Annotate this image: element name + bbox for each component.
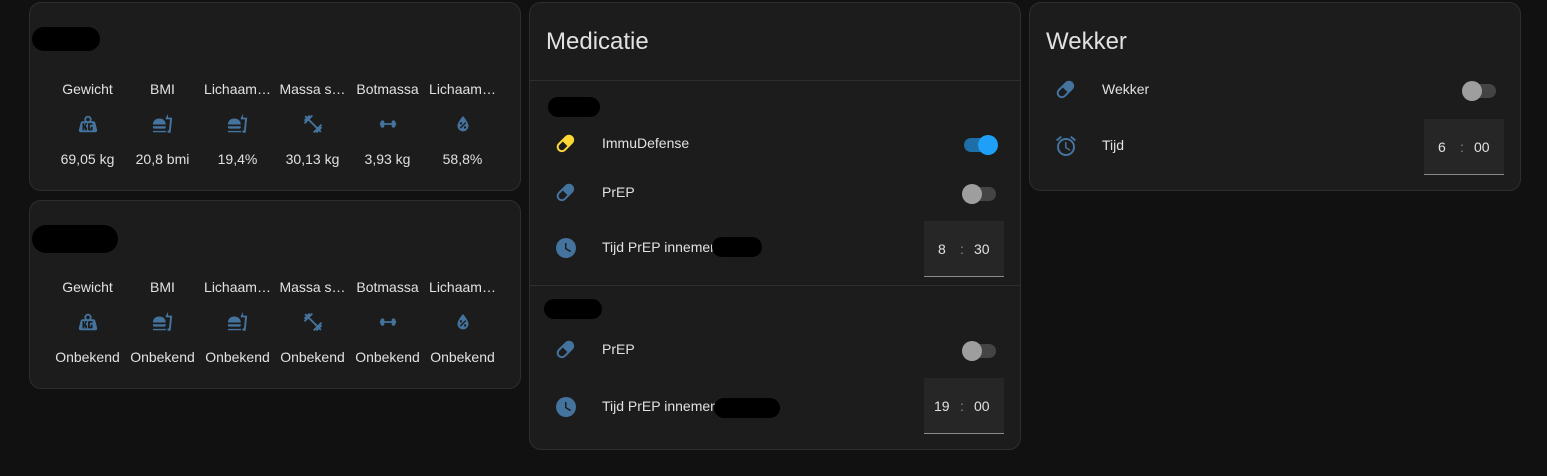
stat-value: 20,8 bmi <box>135 151 190 167</box>
entity-label: PrEP <box>602 341 635 357</box>
redacted-section-title <box>548 97 600 117</box>
wekker-card: Wekker Wekker Tijd 6 : 00 <box>1029 2 1521 191</box>
toggle-switch[interactable] <box>962 133 998 155</box>
stat-label: Lichaam… <box>429 81 496 97</box>
entity-row-immudefense[interactable]: ImmuDefense <box>530 123 1020 163</box>
medicatie-card: Medicatie ImmuDefense PrEP Tijd PrEP inn… <box>529 2 1021 450</box>
stat-value: Onbekend <box>130 349 195 365</box>
redacted-text <box>712 237 762 257</box>
divider <box>530 80 1020 81</box>
alarm-icon <box>1054 134 1078 158</box>
time-input[interactable]: 19 : 00 <box>924 378 1004 434</box>
time-input[interactable]: 8 : 30 <box>924 221 1004 277</box>
redacted-text <box>714 398 780 418</box>
entity-row-prep[interactable]: PrEP <box>530 329 1020 369</box>
stat-value: Onbekend <box>55 349 120 365</box>
stat-label: BMI <box>150 279 175 295</box>
toggle-switch[interactable] <box>1462 79 1498 101</box>
stat-value: Onbekend <box>205 349 270 365</box>
stat-value: Onbekend <box>430 349 495 365</box>
time-input[interactable]: 6 : 00 <box>1424 119 1504 175</box>
redacted-title <box>32 225 118 253</box>
entity-label: Tijd PrEP innemen <box>602 398 718 414</box>
stat-label: Lichaam… <box>204 279 271 295</box>
stat-massa-spieren[interactable]: Massa s… Onbekend <box>275 279 350 365</box>
entity-label: ImmuDefense <box>602 135 690 151</box>
stat-botmassa[interactable]: Botmassa Onbekend <box>350 279 425 365</box>
stat-gewicht[interactable]: Gewicht 69,05 kg <box>50 81 125 167</box>
time-minute[interactable]: 00 <box>974 398 990 414</box>
time-hour[interactable]: 6 <box>1438 139 1446 155</box>
time-hour[interactable]: 8 <box>938 241 946 257</box>
stat-value: Onbekend <box>355 349 420 365</box>
water-percent-icon <box>452 113 474 135</box>
pill-icon <box>554 181 578 205</box>
stat-label: Botmassa <box>356 81 419 97</box>
stat-label: Gewicht <box>62 279 113 295</box>
entity-label: Tijd <box>1102 137 1125 153</box>
water-percent-icon <box>452 311 474 333</box>
weight-kilogram-icon <box>77 311 99 333</box>
stat-botmassa[interactable]: Botmassa 3,93 kg <box>350 81 425 167</box>
stats-card-top: Gewicht 69,05 kg BMI 20,8 bmi Lichaam… 1… <box>29 2 521 191</box>
stat-lichaamsvocht[interactable]: Lichaam… Onbekend <box>425 279 500 365</box>
time-separator: : <box>960 241 964 257</box>
bone-icon <box>377 113 399 135</box>
stat-label: Massa s… <box>279 279 346 295</box>
redacted-title <box>32 27 100 51</box>
dumbbell-icon <box>302 113 324 135</box>
stat-label: Massa s… <box>279 81 346 97</box>
divider <box>530 285 1020 286</box>
stats-row: Gewicht Onbekend BMI Onbekend Lichaam… O… <box>50 279 500 365</box>
redacted-section-title <box>544 299 602 319</box>
stat-gewicht[interactable]: Gewicht Onbekend <box>50 279 125 365</box>
stat-label: Lichaam… <box>429 279 496 295</box>
time-minute[interactable]: 30 <box>974 241 990 257</box>
stat-lichaamsvocht[interactable]: Lichaam… 58,8% <box>425 81 500 167</box>
clock-icon <box>554 236 578 260</box>
stats-row: Gewicht 69,05 kg BMI 20,8 bmi Lichaam… 1… <box>50 81 500 167</box>
stat-bmi[interactable]: BMI 20,8 bmi <box>125 81 200 167</box>
time-separator: : <box>960 398 964 414</box>
stat-value: 58,8% <box>442 151 483 167</box>
toggle-switch[interactable] <box>962 339 998 361</box>
pill-icon <box>554 132 578 156</box>
stat-lichaamsvet[interactable]: Lichaam… 19,4% <box>200 81 275 167</box>
stat-label: Gewicht <box>62 81 113 97</box>
food-icon <box>152 113 174 135</box>
card-title: Wekker <box>1046 28 1127 55</box>
entity-label: Tijd PrEP innemen <box>602 239 718 255</box>
entity-row-prep[interactable]: PrEP <box>530 172 1020 212</box>
entity-label: Wekker <box>1102 81 1150 97</box>
time-minute[interactable]: 00 <box>1474 139 1490 155</box>
card-title: Medicatie <box>546 28 649 55</box>
stats-card-bottom: Gewicht Onbekend BMI Onbekend Lichaam… O… <box>29 200 521 389</box>
stat-value: 3,93 kg <box>364 151 411 167</box>
food-icon <box>152 311 174 333</box>
pill-icon <box>554 338 578 362</box>
stat-bmi[interactable]: BMI Onbekend <box>125 279 200 365</box>
stat-label: Lichaam… <box>204 81 271 97</box>
stat-massa-spieren[interactable]: Massa s… 30,13 kg <box>275 81 350 167</box>
stat-value: 69,05 kg <box>60 151 115 167</box>
pill-icon <box>1054 78 1078 102</box>
stat-value: Onbekend <box>280 349 345 365</box>
entity-row-wekker[interactable]: Wekker <box>1030 69 1520 109</box>
time-separator: : <box>1460 139 1464 155</box>
clock-icon <box>554 395 578 419</box>
stat-label: Botmassa <box>356 279 419 295</box>
food-icon <box>227 113 249 135</box>
weight-kilogram-icon <box>77 113 99 135</box>
stat-lichaamsvet[interactable]: Lichaam… Onbekend <box>200 279 275 365</box>
dumbbell-icon <box>302 311 324 333</box>
entity-label: PrEP <box>602 184 635 200</box>
toggle-switch[interactable] <box>962 182 998 204</box>
food-icon <box>227 311 249 333</box>
stat-value: 19,4% <box>217 151 258 167</box>
time-hour[interactable]: 19 <box>934 398 950 414</box>
stat-value: 30,13 kg <box>285 151 340 167</box>
stat-label: BMI <box>150 81 175 97</box>
bone-icon <box>377 311 399 333</box>
